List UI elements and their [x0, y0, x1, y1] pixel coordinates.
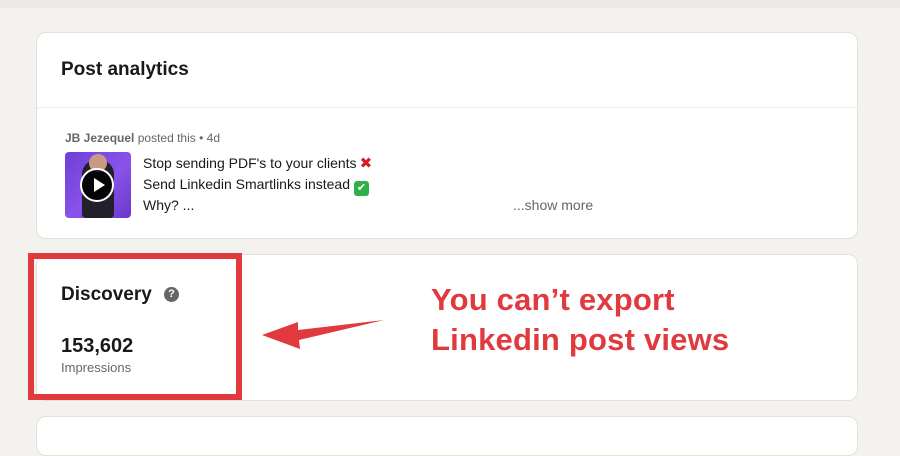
meta-separator: • [199, 131, 204, 145]
annotation-callout: You can’t export Linkedin post views [431, 280, 729, 360]
post-line-3-text: Why? ... [143, 197, 195, 213]
post-action: posted this [137, 131, 196, 145]
next-card [36, 416, 858, 456]
post-text-line-3: Why? ... [143, 197, 194, 213]
highlight-box [28, 253, 242, 400]
show-more-link[interactable]: ...show more [513, 197, 593, 213]
check-mark-icon: ✔ [354, 181, 370, 196]
post-author[interactable]: JB Jezequel [65, 131, 134, 145]
post-line-2-text: Send Linkedin Smartlinks instead [143, 176, 351, 192]
card-divider [37, 107, 857, 108]
post-text-line-1: Stop sending PDF's to your clients ✖ [143, 154, 372, 172]
post-line-1-text: Stop sending PDF's to your clients [143, 155, 357, 171]
cross-mark-icon: ✖ [359, 155, 373, 172]
post-age: 4d [206, 131, 221, 145]
post-meta: JB Jezequel posted this • 4d [65, 131, 220, 145]
post-analytics-title: Post analytics [61, 59, 189, 80]
annotation-line-2: Linkedin post views [431, 322, 730, 357]
post-analytics-card: Post analytics JB Jezequel posted this •… [36, 32, 858, 239]
arrow-left-icon [262, 320, 384, 349]
post-video-thumbnail[interactable] [65, 152, 131, 218]
play-icon[interactable] [80, 168, 114, 202]
page-top-bar [0, 0, 900, 8]
post-text-line-2: Send Linkedin Smartlinks instead ✔ [143, 176, 370, 196]
annotation-line-1: You can’t export [431, 282, 675, 317]
